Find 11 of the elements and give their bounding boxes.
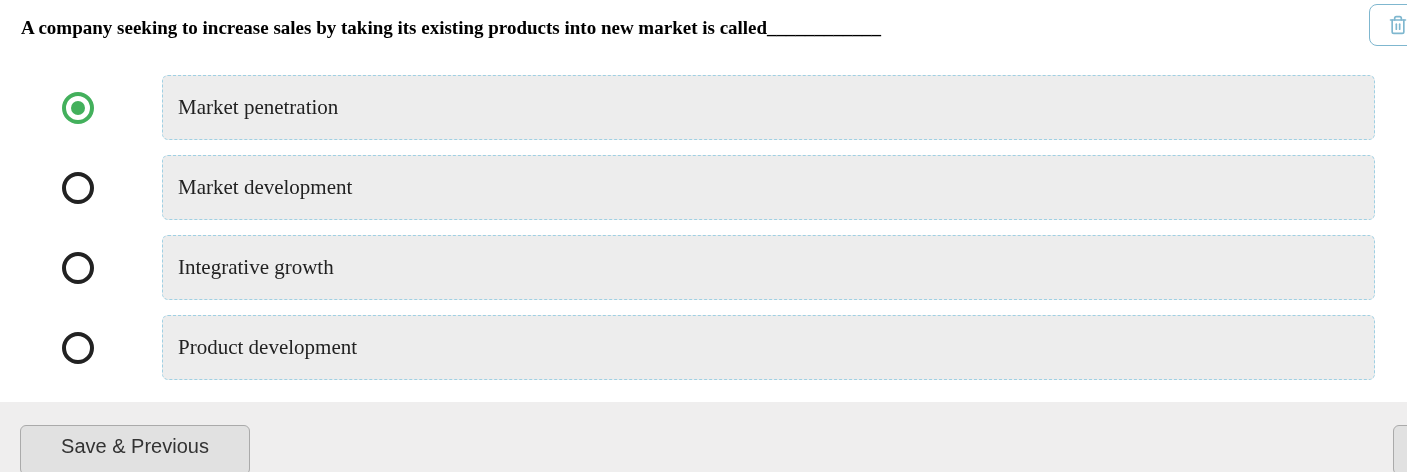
- answer-option[interactable]: Product development: [162, 315, 1375, 380]
- answer-option[interactable]: Integrative growth: [162, 235, 1375, 300]
- answer-option[interactable]: Market penetration: [162, 75, 1375, 140]
- trash-icon: [1388, 15, 1407, 35]
- radio-button[interactable]: [62, 331, 94, 364]
- save-previous-button[interactable]: Save & Previous: [20, 425, 250, 472]
- question-text: A company seeking to increase sales by taking its existing products into new market is called____________: [21, 16, 882, 40]
- radio-button[interactable]: [62, 251, 94, 284]
- answer-option[interactable]: Market development: [162, 155, 1375, 220]
- radio-button[interactable]: [62, 91, 94, 124]
- radio-button[interactable]: [62, 171, 94, 204]
